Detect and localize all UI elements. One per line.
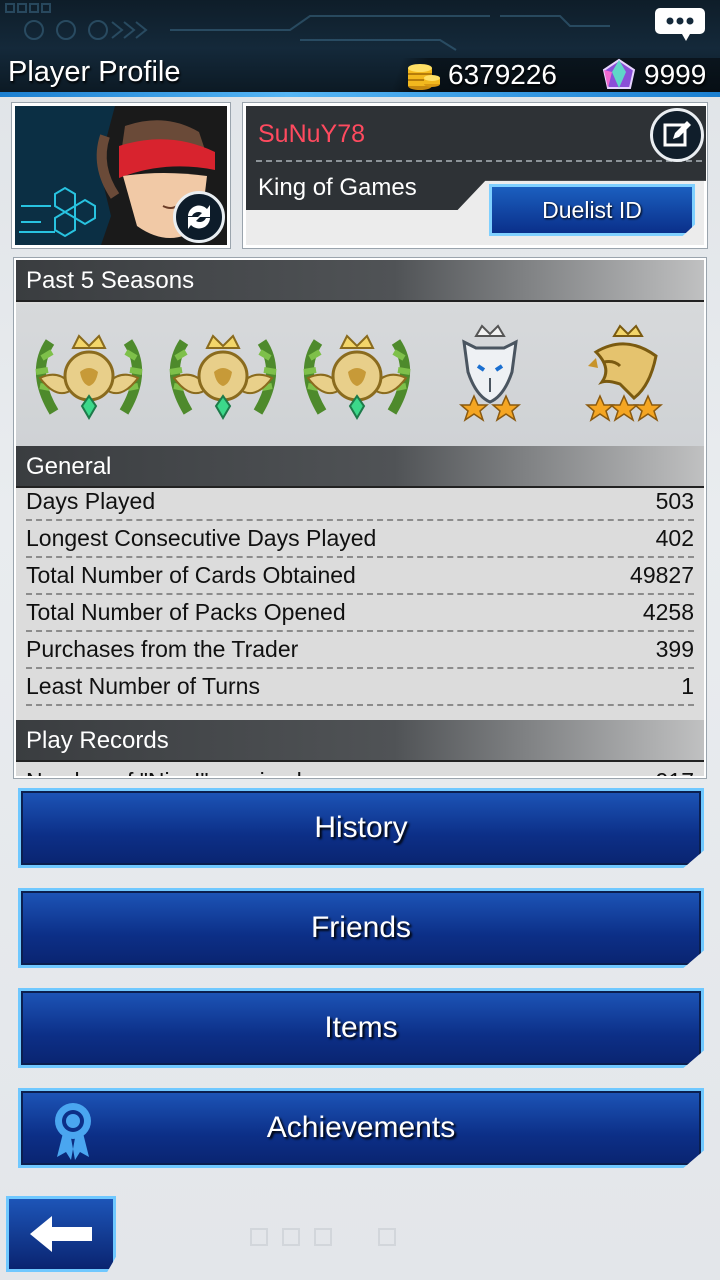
stat-value: 503: [655, 488, 694, 514]
gold-coins-icon: [408, 64, 440, 90]
friends-label: Friends: [310, 911, 412, 944]
page-title: Player Profile: [8, 56, 181, 88]
eagle-rank-medal-icon: [584, 324, 664, 422]
change-avatar-button[interactable]: [173, 191, 225, 243]
achievements-button[interactable]: Achievements: [18, 1088, 704, 1168]
items-label: Items: [324, 1011, 398, 1044]
wolf-rank-medal-icon: [458, 324, 522, 422]
refresh-icon: [188, 205, 210, 229]
back-button[interactable]: [6, 1196, 116, 1272]
achievements-label: Achievements: [266, 1111, 456, 1144]
stat-value: 1: [681, 673, 694, 699]
player-title: King of Games: [258, 174, 417, 201]
king-of-games-medal-icon: [303, 334, 411, 420]
history-button[interactable]: History: [18, 788, 704, 868]
gem-amount: 9999: [644, 59, 707, 90]
duelist-id-button[interactable]: Duelist ID: [489, 184, 695, 236]
gem-counter: 9999: [600, 58, 706, 92]
stat-label: Longest Consecutive Days Played: [26, 525, 377, 551]
stats-panel[interactable]: Past 5 Seasons General Days Played 503 L…: [14, 258, 706, 778]
king-of-games-medal-icon: [35, 334, 143, 420]
section-header-seasons: Past 5 Seasons: [16, 260, 704, 302]
friends-button[interactable]: Friends: [18, 888, 704, 968]
stat-label: Total Number of Cards Obtained: [26, 562, 356, 588]
gold-counter: 6379226: [404, 58, 557, 92]
history-label: History: [314, 811, 408, 844]
stat-row-cards-obtained: Total Number of Cards Obtained 49827: [26, 558, 694, 595]
page-indicator-decoration: [250, 1228, 396, 1246]
stat-label: Least Number of Turns: [26, 673, 260, 699]
edit-icon: [663, 121, 691, 147]
top-bar: Player Profile 6379226 9999: [0, 0, 720, 97]
king-of-games-medal-icon: [169, 334, 277, 420]
ribbon-award-icon: [55, 1103, 91, 1160]
divider: [256, 160, 702, 162]
stat-label: Purchases from the Trader: [26, 636, 299, 662]
player-name: SuNuY78: [258, 120, 366, 148]
gem-icon: [602, 58, 636, 89]
stat-row-trader-purchases: Purchases from the Trader 399: [26, 632, 694, 669]
chat-icon[interactable]: [654, 6, 706, 42]
avatar[interactable]: [12, 103, 230, 248]
circuit-decoration: [5, 3, 610, 51]
items-button[interactable]: Items: [18, 988, 704, 1068]
stat-value: 917: [656, 768, 694, 776]
header-divider: [0, 92, 720, 97]
stat-value: 402: [655, 525, 694, 551]
stat-row-nice-received: Number of "Nice!" received 917: [26, 768, 694, 776]
season-medals: [16, 304, 704, 446]
arrow-left-icon: [30, 1216, 92, 1252]
stat-label: Total Number of Packs Opened: [26, 599, 346, 625]
stat-row-least-turns: Least Number of Turns 1: [26, 669, 694, 706]
stat-row-days-played: Days Played 503: [26, 484, 694, 521]
stat-label: Number of "Nice!" received: [26, 768, 302, 776]
gold-amount: 6379226: [448, 59, 558, 90]
stat-row-packs-opened: Total Number of Packs Opened 4258: [26, 595, 694, 632]
stat-label: Days Played: [26, 488, 156, 514]
section-header-play-records: Play Records: [16, 720, 704, 762]
stat-row-longest-streak: Longest Consecutive Days Played 402: [26, 521, 694, 558]
section-header-general: General: [16, 446, 704, 488]
stat-value: 49827: [630, 562, 694, 588]
stat-value: 399: [655, 636, 694, 662]
edit-profile-button[interactable]: [650, 108, 704, 162]
general-stats: Days Played 503 Longest Consecutive Days…: [16, 484, 704, 706]
stat-value: 4258: [642, 599, 694, 625]
profile-info: SuNuY78 King of Games Duelist ID: [243, 103, 707, 248]
